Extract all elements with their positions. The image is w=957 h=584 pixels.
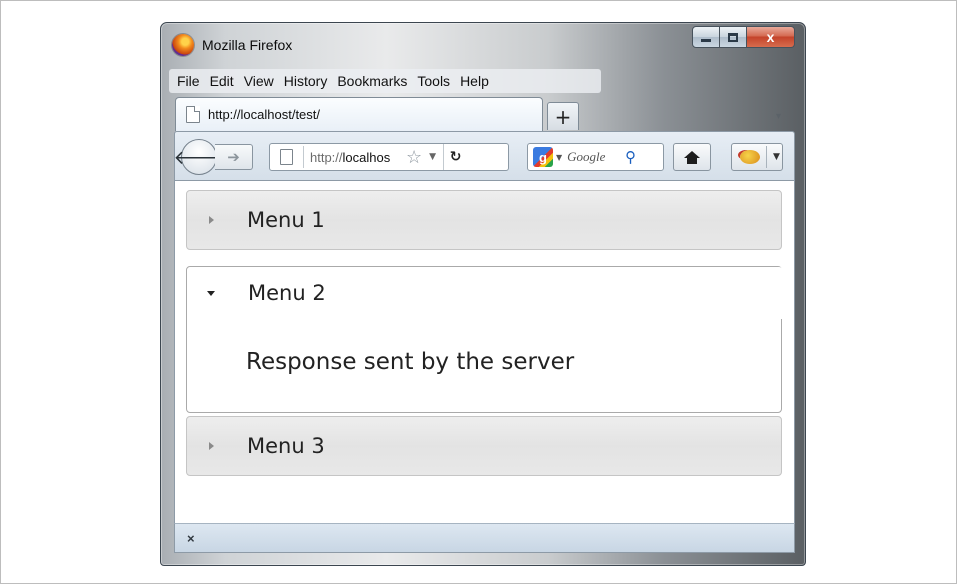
search-magnifier-icon[interactable]: ⚲ (625, 148, 636, 166)
firebug-button[interactable]: ▼ (731, 143, 783, 171)
google-engine-icon[interactable]: g (533, 147, 553, 167)
bookmark-star-icon[interactable]: ☆ (406, 147, 422, 168)
status-close-button[interactable]: × (187, 531, 195, 546)
accordion-panel-content: Response sent by the server (246, 349, 575, 375)
addon-dropdown-icon[interactable]: ▼ (773, 152, 780, 162)
tab-strip: http://localhost/test/ + ▾ (175, 97, 795, 131)
page-content: Menu 1 Menu 2 Response sent by the serve… (174, 181, 795, 523)
url-prefix: http:// (310, 149, 343, 165)
forward-button[interactable]: ➔ (215, 144, 253, 170)
window-title: Mozilla Firefox (202, 37, 293, 53)
reload-icon: ↻ (449, 149, 462, 165)
accordion-section-menu-2: Menu 2 Response sent by the server (186, 266, 783, 413)
accordion-header-menu-1[interactable]: Menu 1 (186, 190, 782, 250)
tab-list-dropdown-icon[interactable]: ▾ (776, 111, 781, 122)
menu-edit[interactable]: Edit (205, 73, 239, 89)
home-icon (684, 150, 700, 164)
forward-arrow-icon: ➔ (227, 148, 240, 166)
collapsed-arrow-icon (209, 216, 214, 224)
url-bar[interactable]: http://localhos ☆ ▼ ↻ (269, 143, 509, 171)
tab-localhost-test[interactable]: http://localhost/test/ (175, 97, 543, 131)
menu-bar: File Edit View History Bookmarks Tools H… (169, 69, 601, 93)
menu-view[interactable]: View (239, 73, 279, 89)
menu-bookmarks[interactable]: Bookmarks (332, 73, 412, 89)
search-engine-dropdown-icon[interactable]: ▼ (556, 153, 562, 162)
window-caption-buttons: x (692, 26, 795, 48)
menu-history[interactable]: History (279, 73, 333, 89)
addon-divider (766, 146, 767, 168)
search-input[interactable]: Google (567, 149, 621, 165)
accordion-header-menu-3[interactable]: Menu 3 (186, 416, 782, 476)
accordion-header-menu-2[interactable]: Menu 2 (187, 267, 783, 319)
back-button[interactable]: 🡐 (174, 139, 224, 175)
site-identity-icon[interactable] (280, 149, 293, 165)
title-bar[interactable]: Mozilla Firefox x (161, 23, 805, 63)
expanded-arrow-icon (207, 290, 215, 296)
page-icon (186, 106, 200, 123)
close-window-button[interactable]: x (747, 26, 795, 48)
firefox-logo-icon[interactable] (172, 34, 194, 56)
minimize-button[interactable] (692, 26, 720, 48)
browser-window: Mozilla Firefox x File Edit View History… (160, 22, 806, 566)
menu-help[interactable]: Help (455, 73, 494, 89)
collapsed-arrow-icon (209, 442, 214, 450)
new-tab-button[interactable]: + (547, 102, 579, 130)
maximize-button[interactable] (720, 26, 747, 48)
accordion-label: Menu 2 (248, 281, 326, 305)
status-bar: × (174, 523, 795, 553)
menu-file[interactable]: File (172, 73, 205, 89)
menu-tools[interactable]: Tools (412, 73, 455, 89)
home-button[interactable] (673, 143, 711, 171)
search-bar[interactable]: g ▼ Google ⚲ (527, 143, 664, 171)
accordion-label: Menu 3 (247, 434, 325, 458)
close-icon: x (766, 29, 775, 45)
maximize-icon (728, 32, 738, 42)
tab-label: http://localhost/test/ (208, 107, 321, 122)
url-history-dropdown-icon[interactable]: ▼ (429, 152, 436, 162)
navigation-toolbar: 🡐 ➔ http://localhos ☆ ▼ ↻ g ▼ Google ⚲ ▼ (174, 131, 795, 181)
url-divider (303, 146, 304, 168)
firebug-icon (740, 150, 760, 164)
minimize-icon (701, 38, 711, 42)
accordion-label: Menu 1 (247, 208, 325, 232)
reload-button[interactable]: ↻ (443, 144, 467, 170)
url-input[interactable]: http://localhos (310, 150, 404, 165)
url-host: localhos (342, 149, 391, 165)
